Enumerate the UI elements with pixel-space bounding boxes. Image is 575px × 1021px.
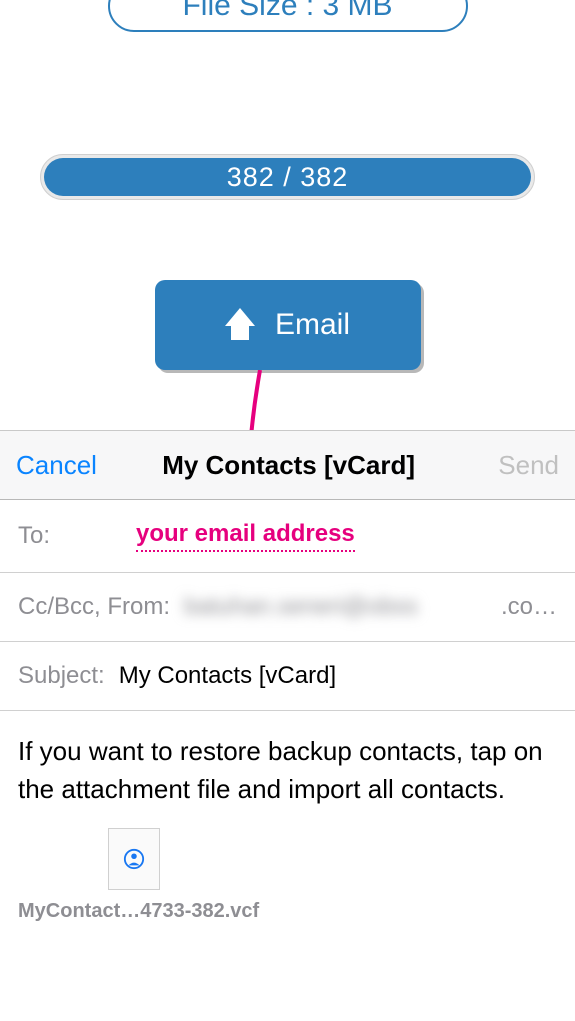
attachment-thumbnail[interactable] — [108, 828, 160, 890]
compose-title: My Contacts [vCard] — [79, 450, 498, 481]
contact-icon — [123, 848, 145, 870]
upload-icon — [225, 310, 255, 340]
file-size-pill: File Size : 3 MB — [108, 0, 468, 32]
email-body-text: If you want to restore backup contacts, … — [18, 736, 543, 804]
from-suffix: .co… — [501, 593, 557, 621]
compose-sheet: Cancel My Contacts [vCard] Send To: your… — [0, 430, 575, 1021]
attachment-area: MyContact…4733-382.vcf — [0, 818, 575, 923]
progress-fill: 382 / 382 — [44, 158, 531, 196]
to-label: To: — [18, 522, 122, 550]
subject-field[interactable]: Subject: My Contacts [vCard] — [0, 642, 575, 711]
email-button-label: Email — [275, 308, 350, 342]
email-button[interactable]: Email — [155, 280, 421, 370]
compose-header: Cancel My Contacts [vCard] Send — [0, 430, 575, 500]
file-size-label: File Size : 3 MB — [182, 0, 392, 23]
attachment-filename: MyContact…4733-382.vcf — [18, 900, 557, 923]
subject-value: My Contacts [vCard] — [119, 662, 336, 690]
to-annotation: your email address — [136, 520, 355, 552]
progress-bar: 382 / 382 — [40, 154, 535, 200]
send-button[interactable]: Send — [498, 450, 559, 481]
subject-label: Subject: — [18, 662, 105, 690]
email-body[interactable]: If you want to restore backup contacts, … — [0, 711, 575, 818]
from-blurred: batuhan.seneri@obss — [184, 593, 487, 621]
ccbcc-field[interactable]: Cc/Bcc, From: batuhan.seneri@obss .co… — [0, 573, 575, 642]
progress-text: 382 / 382 — [227, 162, 349, 193]
to-field[interactable]: To: your email address — [0, 500, 575, 573]
ccbcc-label: Cc/Bcc, From: — [18, 593, 170, 621]
